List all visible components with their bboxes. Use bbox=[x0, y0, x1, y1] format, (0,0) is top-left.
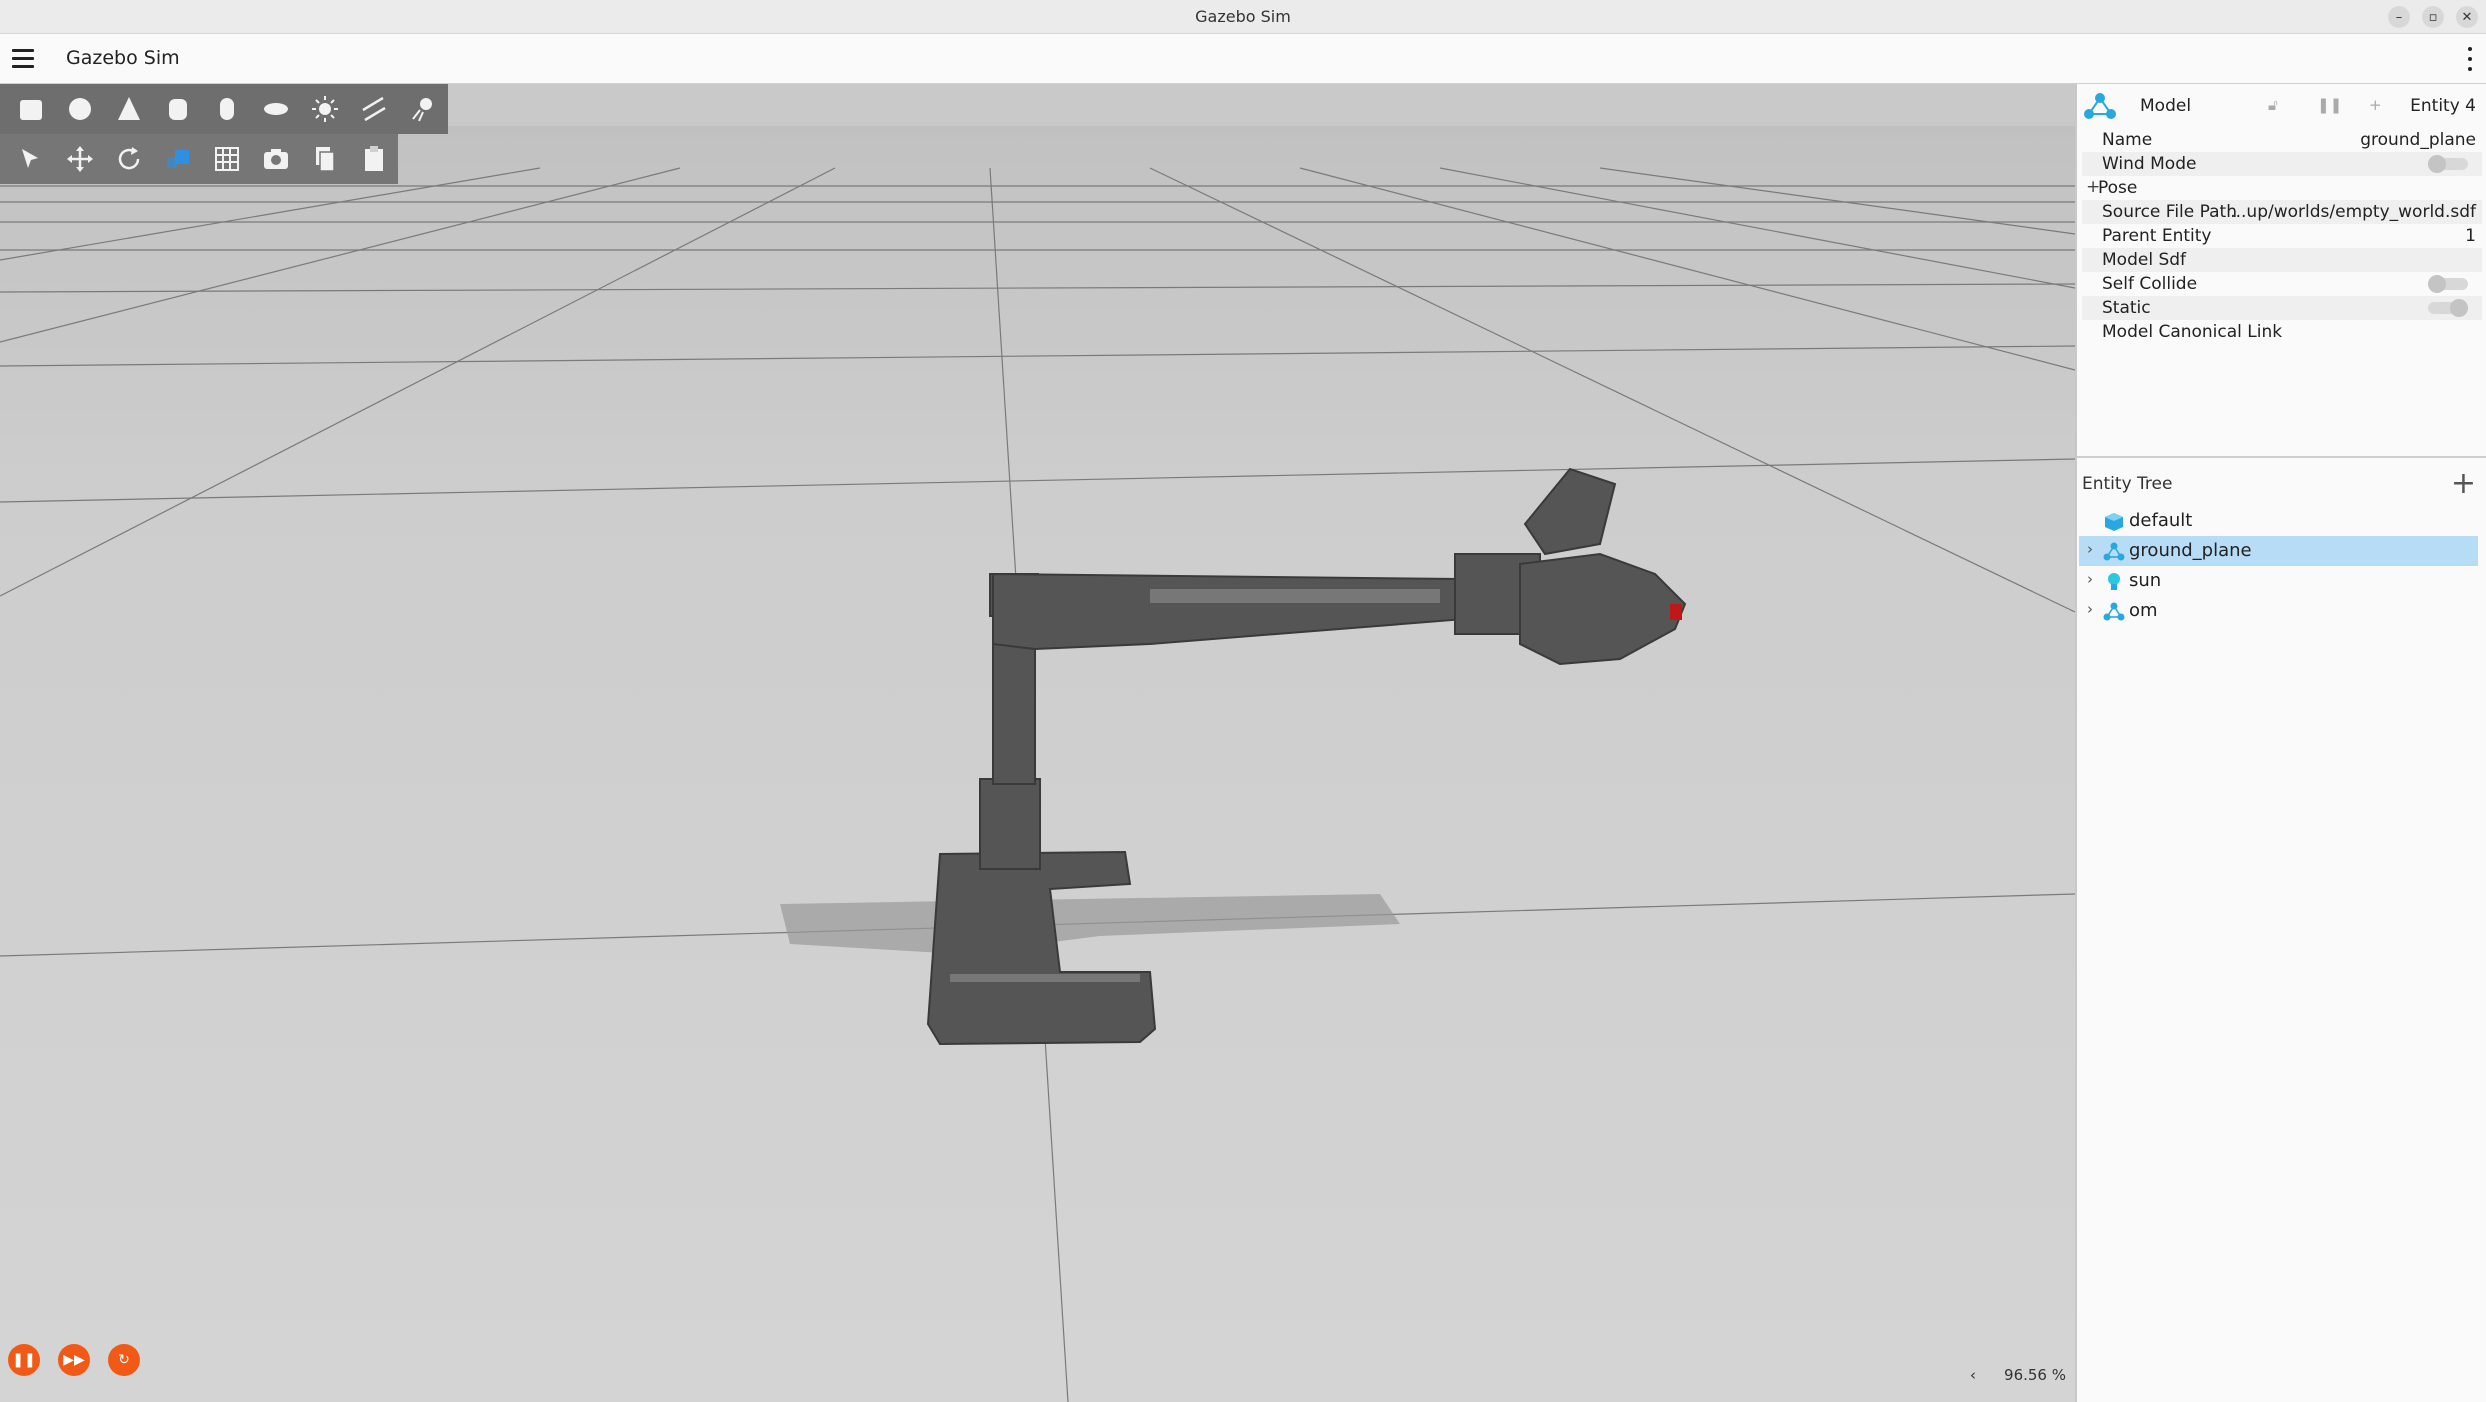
light-bulb-icon bbox=[2108, 573, 2120, 590]
ground-grid bbox=[0, 167, 2075, 1402]
chevron-right-icon[interactable]: › bbox=[2087, 540, 2093, 558]
hamburger-menu-icon[interactable] bbox=[12, 49, 34, 69]
minimize-icon[interactable]: – bbox=[2388, 6, 2410, 28]
chevron-right-icon[interactable]: › bbox=[2087, 570, 2093, 588]
transform-toolbar bbox=[0, 134, 398, 184]
grid-icon[interactable] bbox=[202, 134, 251, 184]
select-icon[interactable] bbox=[6, 134, 55, 184]
app-bar: Gazebo Sim bbox=[0, 34, 2486, 84]
gripper-tip bbox=[1670, 604, 1682, 620]
robot-arm-model[interactable] bbox=[926, 467, 1687, 1046]
shapes-toolbar bbox=[0, 84, 448, 134]
close-icon[interactable]: ✕ bbox=[2456, 6, 2478, 28]
tree-item-label: ground_plane bbox=[2129, 540, 2252, 561]
screenshot-icon[interactable] bbox=[251, 134, 300, 184]
cylinder-icon[interactable] bbox=[153, 84, 202, 134]
entity-tree-header: Entity Tree + bbox=[2077, 464, 2486, 504]
property-self-collide-row: Self Collide bbox=[2082, 272, 2482, 296]
source-file-path-value: ...up/worlds/empty_world.sdf bbox=[2230, 202, 2476, 222]
view-angle-icon[interactable] bbox=[153, 134, 202, 184]
box-icon[interactable] bbox=[6, 84, 55, 134]
property-name-value: ground_plane bbox=[2360, 130, 2476, 150]
panel-splitter[interactable] bbox=[2077, 456, 2486, 458]
scene-3d-viewport[interactable] bbox=[0, 84, 2075, 1402]
tree-item-label: om bbox=[2129, 600, 2158, 621]
tree-item-om[interactable]: › om bbox=[2079, 596, 2478, 626]
tree-item-label: sun bbox=[2129, 570, 2162, 591]
tree-item-label: default bbox=[2129, 510, 2193, 531]
lock-icon[interactable]: 🔓︎ bbox=[2268, 96, 2278, 114]
ellipsoid-icon[interactable] bbox=[252, 84, 301, 134]
robot-shadow bbox=[780, 894, 1400, 954]
self-collide-toggle[interactable] bbox=[2428, 275, 2468, 293]
model-icon bbox=[2103, 602, 2125, 621]
property-pose-row[interactable]: + Pose bbox=[2082, 176, 2482, 200]
tree-item-ground-plane[interactable]: › ground_plane bbox=[2079, 536, 2478, 566]
more-options-icon[interactable] bbox=[2466, 47, 2474, 71]
add-component-icon[interactable]: + bbox=[2369, 96, 2382, 114]
directional-light-icon[interactable] bbox=[350, 84, 399, 134]
property-source-file-path-row: Source File Path ...up/worlds/empty_worl… bbox=[2082, 200, 2482, 224]
property-name-row: Name ground_plane bbox=[2102, 130, 2476, 150]
component-type-label: Model bbox=[2140, 96, 2192, 116]
real-time-factor: 96.56 % bbox=[2004, 1366, 2066, 1384]
spot-light-icon[interactable] bbox=[399, 84, 448, 134]
reset-icon[interactable]: ↻ bbox=[108, 1344, 140, 1376]
window-title: Gazebo Sim bbox=[1195, 7, 1291, 26]
model-icon bbox=[2103, 542, 2125, 561]
right-panel: Model 🔓︎ ❚❚ + Entity 4 Name ground_plane… bbox=[2075, 84, 2486, 1402]
playback-controls: ❚❚ ▶▶ ↻ bbox=[8, 1344, 140, 1376]
property-parent-entity-row: Parent Entity 1 bbox=[2102, 226, 2476, 246]
parent-entity-value: 1 bbox=[2465, 226, 2476, 246]
add-entity-icon[interactable]: + bbox=[2451, 466, 2476, 501]
copy-icon[interactable] bbox=[300, 134, 349, 184]
pause-updates-icon[interactable]: ❚❚ bbox=[2317, 96, 2342, 114]
entity-tree-title: Entity Tree bbox=[2082, 474, 2173, 494]
property-static-row: Static bbox=[2082, 296, 2482, 320]
tree-item-sun[interactable]: › sun bbox=[2079, 566, 2478, 596]
tree-item-default[interactable]: default bbox=[2079, 506, 2478, 536]
paste-icon[interactable] bbox=[349, 134, 398, 184]
cone-icon[interactable] bbox=[104, 84, 153, 134]
pause-icon[interactable]: ❚❚ bbox=[8, 1344, 40, 1376]
app-title: Gazebo Sim bbox=[66, 47, 180, 69]
step-icon[interactable]: ▶▶ bbox=[58, 1344, 90, 1376]
static-toggle[interactable] bbox=[2428, 299, 2468, 317]
collapse-stats-icon[interactable]: ‹ bbox=[1970, 1366, 1976, 1384]
sun-light-icon[interactable] bbox=[301, 84, 350, 134]
window-titlebar: Gazebo Sim – ▫ ✕ bbox=[0, 0, 2486, 34]
wind-mode-toggle[interactable] bbox=[2428, 155, 2468, 173]
window-controls: – ▫ ✕ bbox=[2388, 6, 2478, 28]
property-model-sdf-row: Model Sdf bbox=[2082, 248, 2482, 272]
chevron-right-icon[interactable]: › bbox=[2087, 600, 2093, 618]
sphere-icon[interactable] bbox=[55, 84, 104, 134]
translate-icon[interactable] bbox=[55, 134, 104, 184]
model-icon bbox=[2084, 93, 2116, 119]
capsule-icon[interactable] bbox=[202, 84, 251, 134]
rotate-icon[interactable] bbox=[104, 134, 153, 184]
property-wind-mode-row: Wind Mode bbox=[2082, 152, 2482, 176]
component-inspector-header: Model 🔓︎ ❚❚ + Entity 4 bbox=[2077, 84, 2486, 124]
maximize-icon[interactable]: ▫ bbox=[2422, 6, 2444, 28]
world-cube-icon bbox=[2105, 513, 2123, 531]
stats-bar: ‹ 96.56 % bbox=[1970, 1366, 2066, 1384]
entity-id-label: Entity 4 bbox=[2410, 96, 2476, 116]
property-model-canonical-link-row: Model Canonical Link bbox=[2102, 322, 2283, 342]
